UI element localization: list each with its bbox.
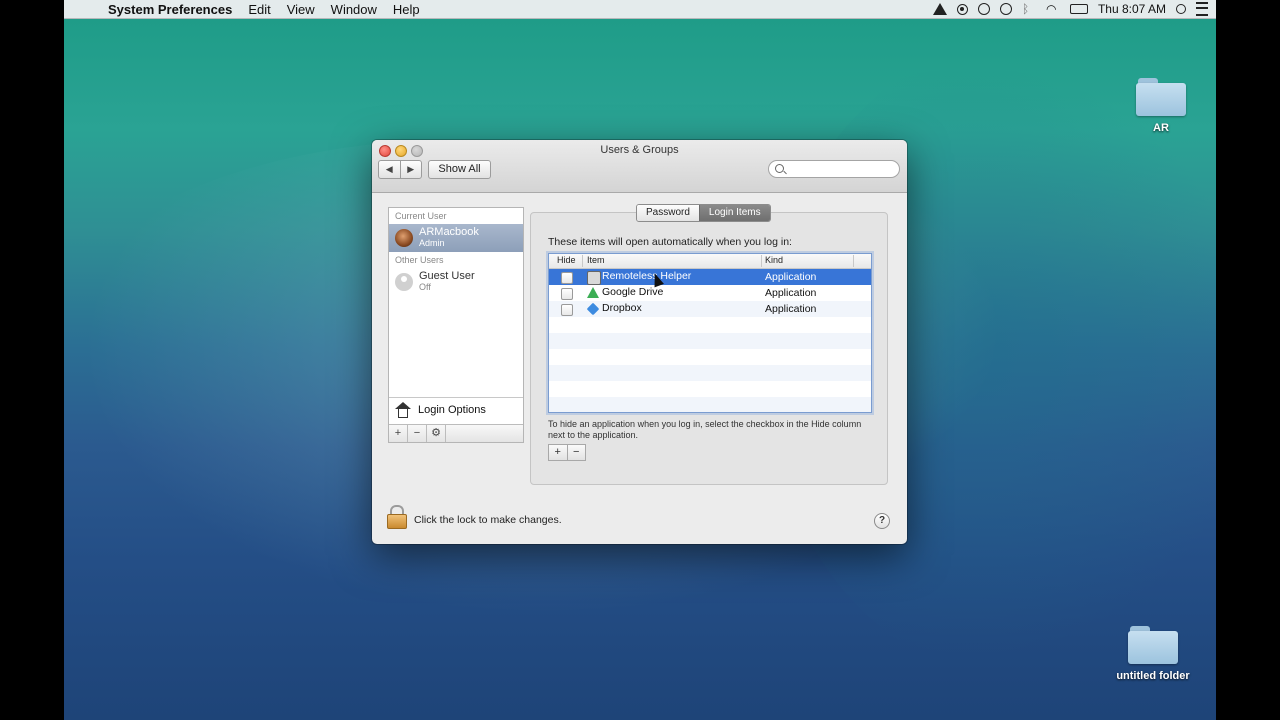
table-row[interactable]: Google Drive Application [549, 285, 871, 301]
back-forward-control: ◀ ▶ [378, 160, 422, 179]
item-name: Dropbox [602, 302, 642, 314]
folder-icon [1128, 626, 1178, 664]
menu-view[interactable]: View [287, 2, 315, 17]
menu-edit[interactable]: Edit [248, 2, 270, 17]
hide-checkbox[interactable] [561, 304, 573, 316]
login-options-item[interactable]: Login Options [389, 397, 523, 424]
spotlight-icon[interactable] [1176, 4, 1186, 14]
user-name: ARMacbook [419, 226, 479, 238]
menu-clock[interactable]: Thu 8:07 AM [1098, 2, 1166, 16]
table-row[interactable]: Dropbox Application [549, 301, 871, 317]
tab-password[interactable]: Password [637, 205, 699, 221]
login-items-actions: + − [548, 444, 586, 461]
remove-user-button[interactable]: − [408, 425, 427, 442]
sidebar-actions: + − ⚙ [389, 424, 523, 442]
login-items-help-text: To hide an application when you log in, … [548, 419, 862, 440]
wifi-icon[interactable]: ◠ [1046, 2, 1060, 16]
login-items-intro: These items will open automatically when… [548, 236, 792, 248]
hide-checkbox[interactable] [561, 272, 573, 284]
users-groups-window: Users & Groups ◀ ▶ Show All Current User… [372, 140, 907, 544]
item-name: Remoteless Helper [602, 270, 692, 282]
empty-row [549, 333, 871, 349]
house-icon [395, 402, 411, 418]
item-kind: Application [765, 287, 817, 299]
window-toolbar: Users & Groups ◀ ▶ Show All [372, 140, 907, 193]
empty-row [549, 317, 871, 333]
menu-help[interactable]: Help [393, 2, 420, 17]
avatar [395, 229, 413, 247]
sidebar-user-guest[interactable]: Guest User Off [389, 268, 523, 296]
menu-window[interactable]: Window [331, 2, 377, 17]
help-button[interactable]: ? [874, 513, 890, 529]
guest-avatar-icon [395, 273, 413, 291]
desktop-folder-label: AR [1153, 122, 1169, 134]
apple-menu-icon[interactable] [80, 2, 94, 16]
empty-row [549, 349, 871, 365]
forward-arrow-icon[interactable]: ▶ [401, 161, 422, 178]
search-icon [775, 164, 784, 173]
login-items-table: Hide Item Kind Remoteless Helper Applica… [548, 253, 872, 413]
lock-icon[interactable] [387, 505, 407, 529]
users-sidebar: Current User ARMacbook Admin Other Users… [388, 207, 524, 443]
add-user-button[interactable]: + [389, 425, 408, 442]
login-options-label: Login Options [418, 404, 486, 416]
google-drive-icon [587, 287, 599, 298]
back-arrow-icon[interactable]: ◀ [379, 161, 401, 178]
desktop-folder-ar[interactable]: AR [1106, 78, 1216, 134]
desktop-folder-label: untitled folder [1116, 670, 1190, 682]
gear-icon[interactable]: ⚙ [427, 425, 446, 442]
show-all-button[interactable]: Show All [428, 160, 491, 179]
user-status: Off [419, 282, 431, 292]
folder-icon [1136, 78, 1186, 116]
tab-login-items[interactable]: Login Items [698, 205, 770, 221]
current-user-heading: Current User [395, 211, 447, 221]
remote-status-icon[interactable] [977, 3, 990, 15]
dropbox-icon [586, 302, 600, 316]
empty-row [549, 381, 871, 397]
remote-icon [587, 271, 601, 285]
google-drive-status-icon[interactable] [932, 3, 947, 15]
window-title: Users & Groups [600, 144, 679, 156]
user-name: Guest User [419, 270, 475, 282]
item-kind: Application [765, 303, 817, 315]
column-header-hide[interactable]: Hide [557, 255, 576, 265]
table-header: Hide Item Kind [549, 254, 871, 269]
column-separator [761, 255, 762, 267]
hide-checkbox[interactable] [561, 288, 573, 300]
record-status-icon[interactable] [956, 3, 968, 15]
user-role: Admin [419, 238, 445, 248]
search-input[interactable] [789, 162, 893, 176]
time-machine-icon[interactable] [999, 3, 1012, 15]
column-separator [582, 255, 583, 267]
empty-row [549, 365, 871, 381]
column-separator [853, 255, 854, 267]
table-row[interactable]: Remoteless Helper Application [549, 269, 871, 285]
desktop-folder-untitled[interactable]: untitled folder [1098, 626, 1208, 682]
other-users-heading: Other Users [395, 255, 444, 265]
desktop: System Preferences Edit View Window Help… [64, 0, 1216, 720]
menu-app-name[interactable]: System Preferences [108, 2, 232, 17]
remove-login-item-button[interactable]: − [568, 445, 586, 460]
item-name: Google Drive [602, 286, 664, 298]
search-field[interactable] [768, 160, 900, 178]
empty-row [549, 397, 871, 412]
notification-center-icon[interactable] [1196, 2, 1208, 16]
status-menus: ᛒ ◠ Thu 8:07 AM [932, 0, 1208, 18]
column-header-item[interactable]: Item [587, 255, 605, 265]
menu-bar: System Preferences Edit View Window Help… [64, 0, 1216, 19]
add-login-item-button[interactable]: + [549, 445, 568, 460]
lock-message: Click the lock to make changes. [414, 514, 562, 526]
item-kind: Application [765, 271, 817, 283]
battery-icon[interactable] [1069, 4, 1088, 14]
tab-bar: Password Login Items [636, 204, 771, 222]
bluetooth-icon[interactable]: ᛒ [1022, 2, 1036, 16]
sidebar-user-current[interactable]: ARMacbook Admin [389, 224, 523, 252]
column-header-kind[interactable]: Kind [765, 255, 783, 265]
